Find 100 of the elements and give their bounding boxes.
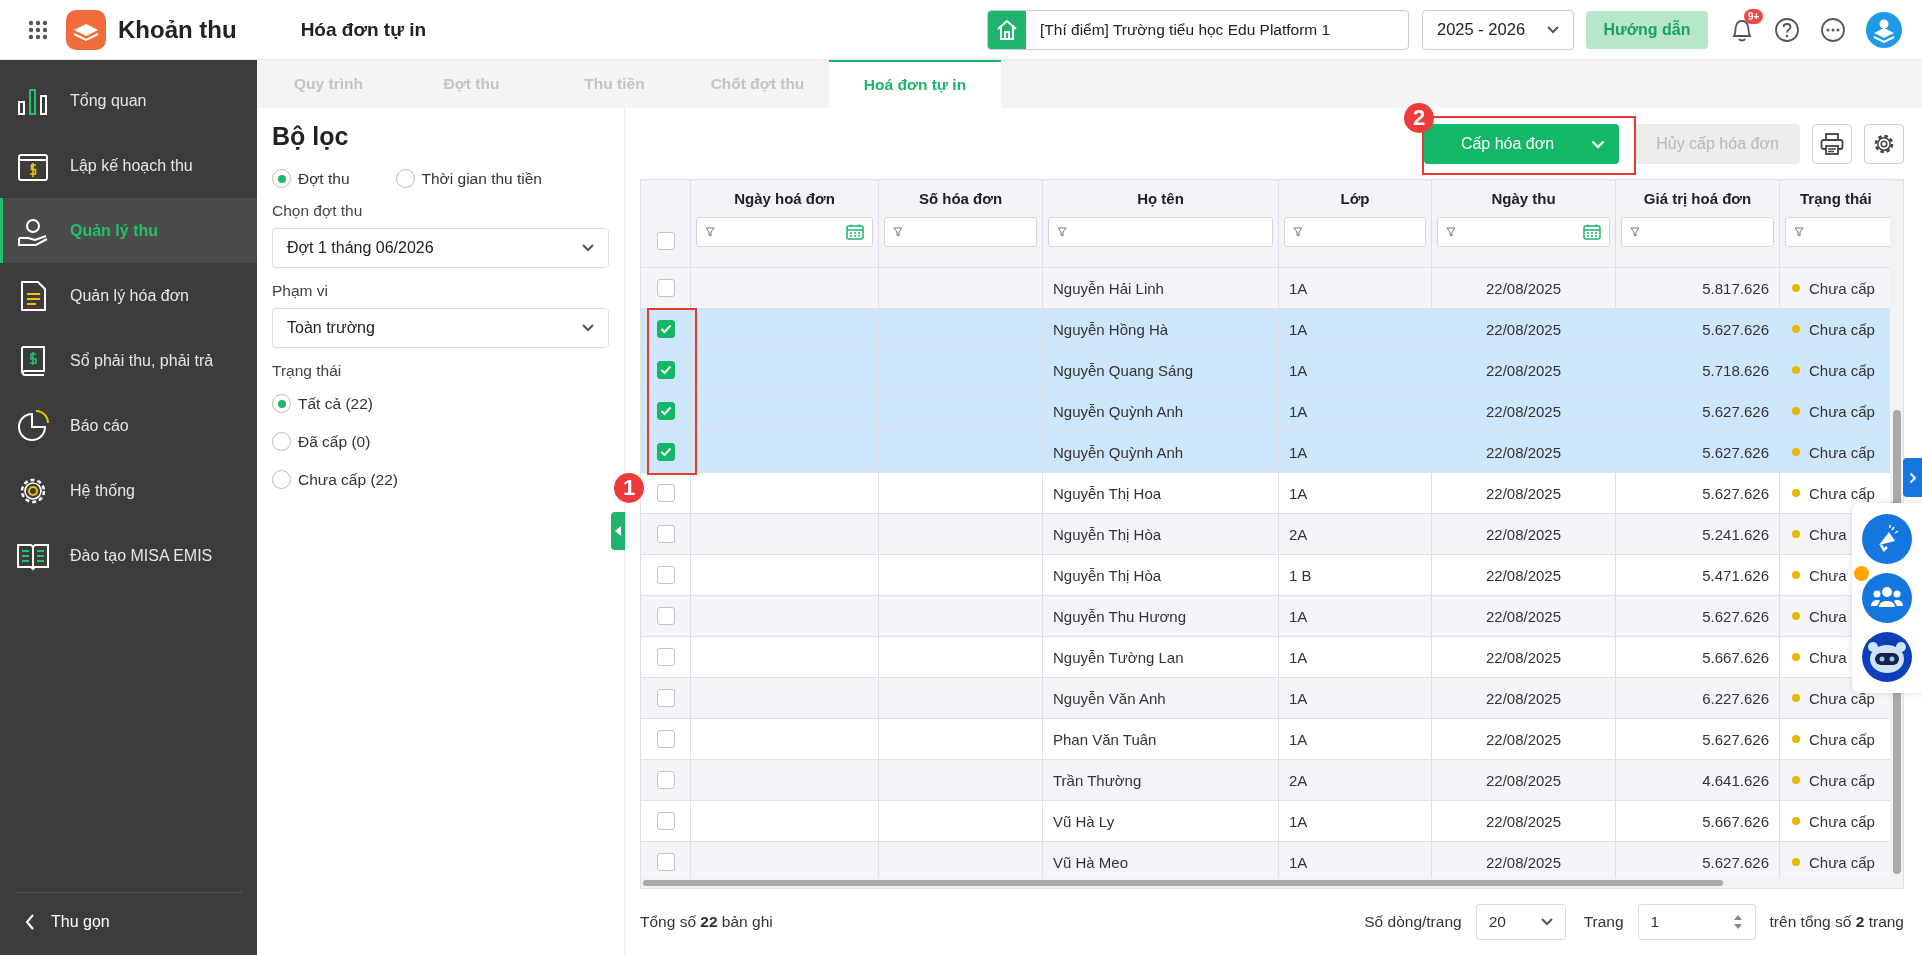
- filter-input[interactable]: [1048, 217, 1273, 247]
- sidebar-item[interactable]: Lập kế hoạch thu: [0, 133, 257, 198]
- table-cell: Vũ Hà Meo: [1053, 853, 1129, 871]
- filter-input[interactable]: [1785, 217, 1890, 247]
- apps-grid-icon[interactable]: [28, 19, 48, 40]
- filter-input[interactable]: [696, 217, 873, 247]
- page-input[interactable]: 1: [1637, 904, 1756, 940]
- table-cell: 22/08/2025: [1485, 443, 1562, 461]
- rows-per-page-label: Số dòng/trang: [1364, 913, 1462, 931]
- table-cell: Chưa cấp: [1809, 812, 1875, 830]
- radio-option[interactable]: Đã cấp (0): [272, 432, 609, 451]
- checkbox[interactable]: [656, 320, 675, 338]
- table-cell: Chưa cấp: [1809, 771, 1875, 789]
- table-cell: 5.718.626: [1702, 361, 1769, 379]
- help-icon[interactable]: [1774, 16, 1800, 43]
- sidebar-item[interactable]: Báo cáo: [0, 393, 257, 458]
- scope-select[interactable]: Toàn trường: [272, 308, 609, 348]
- checkbox[interactable]: [656, 279, 675, 297]
- checkbox[interactable]: [656, 771, 675, 789]
- status-dot-icon: [1792, 284, 1800, 292]
- column-header: Lớp: [1340, 189, 1370, 207]
- table-cell: 5.471.626: [1702, 566, 1769, 584]
- checkbox[interactable]: [656, 607, 675, 625]
- filter-input[interactable]: [884, 217, 1037, 247]
- radio-option[interactable]: Tất cả (22): [272, 394, 609, 413]
- settings-button[interactable]: [1864, 124, 1904, 164]
- table-cell: 1A: [1289, 443, 1308, 461]
- sidebar-item[interactable]: Quản lý hóa đơn: [0, 263, 257, 328]
- print-button[interactable]: [1812, 124, 1852, 164]
- school-field[interactable]: [Thí điểm] Trường tiểu học Edu Platform 1: [987, 9, 1409, 50]
- checkbox[interactable]: [656, 812, 675, 830]
- table-cell: 22/08/2025: [1485, 689, 1562, 707]
- checkbox[interactable]: [656, 525, 675, 543]
- status-dot-icon: [1792, 653, 1800, 661]
- table-cell: 22/08/2025: [1485, 607, 1562, 625]
- status-dot-icon: [1792, 817, 1800, 825]
- horizontal-scrollbar[interactable]: [641, 878, 1903, 888]
- table-cell: Nguyễn Thị Hòa: [1053, 566, 1162, 584]
- status-dot-icon: [1792, 407, 1800, 415]
- checkbox[interactable]: [656, 730, 675, 748]
- column-header: Họ tên: [1137, 189, 1184, 207]
- table-cell: 22/08/2025: [1485, 484, 1562, 502]
- filter-title: Bộ lọc: [272, 122, 350, 151]
- table-cell: 22/08/2025: [1485, 853, 1562, 871]
- sidebar-item[interactable]: Sổ phải thu, phải trả: [0, 328, 257, 393]
- table-cell: 22/08/2025: [1485, 648, 1562, 666]
- total-records: Tổng số 22 bản ghi: [640, 913, 773, 931]
- filter-icon: [1794, 227, 1804, 237]
- filter-icon: [1446, 227, 1456, 237]
- checkbox[interactable]: [656, 443, 675, 461]
- table-cell: 1 B: [1289, 566, 1312, 584]
- column-header: Ngày hoá đơn: [734, 189, 835, 207]
- people-icon[interactable]: [1862, 573, 1912, 623]
- status-dot-icon: [1792, 325, 1800, 333]
- calendar-icon: [846, 224, 864, 240]
- radio-option[interactable]: Chưa cấp (22): [272, 470, 609, 489]
- period-select[interactable]: Đợt 1 tháng 06/2026: [272, 228, 609, 268]
- year-select[interactable]: 2025 - 2026: [1422, 9, 1574, 50]
- status-dot-icon: [1792, 448, 1800, 456]
- notification-dot: [1854, 566, 1869, 581]
- more-icon[interactable]: [1820, 16, 1846, 43]
- checkbox[interactable]: [656, 853, 675, 871]
- table-cell: 1A: [1289, 484, 1308, 502]
- printer-icon: [1820, 133, 1844, 155]
- table-cell: 1A: [1289, 279, 1308, 297]
- filter-input[interactable]: [1621, 217, 1774, 247]
- collapse-handle[interactable]: [611, 512, 625, 550]
- spinner-icon: [1732, 913, 1743, 931]
- checkbox[interactable]: [656, 402, 675, 420]
- rows-per-page-select[interactable]: 20: [1475, 904, 1566, 940]
- checkbox[interactable]: [656, 689, 675, 707]
- table-cell: 5.627.626: [1702, 443, 1769, 461]
- checkbox[interactable]: [656, 484, 675, 502]
- sidebar-item[interactable]: Quản lý thu: [0, 198, 257, 263]
- sidebar-item[interactable]: Hệ thống: [0, 458, 257, 523]
- sidebar-item[interactable]: Đào tạo MISA EMIS: [0, 523, 257, 588]
- table-cell: Nguyễn Hải Linh: [1053, 279, 1164, 297]
- table-cell: Chưa cấp: [1809, 279, 1875, 297]
- table-cell: 5.627.626: [1702, 853, 1769, 871]
- collapse-button[interactable]: Thu gọn: [15, 892, 242, 951]
- sidebar-item[interactable]: Tổng quan: [0, 68, 257, 133]
- chevron-left-icon: [25, 914, 35, 930]
- checkbox[interactable]: [656, 231, 675, 250]
- checkbox[interactable]: [656, 361, 675, 379]
- table-cell: Nguyễn Quang Sáng: [1053, 361, 1194, 379]
- table-cell: 1A: [1289, 607, 1308, 625]
- expand-tab[interactable]: [1903, 458, 1922, 497]
- avatar-icon[interactable]: [1866, 11, 1902, 48]
- filter-input[interactable]: [1284, 217, 1426, 247]
- step-marker: 2: [1404, 103, 1434, 133]
- radio-option[interactable]: Thời gian thu tiền: [395, 169, 542, 188]
- checkbox[interactable]: [656, 566, 675, 584]
- table-cell: Chưa cấp: [1809, 443, 1875, 461]
- robot-icon[interactable]: [1862, 632, 1912, 683]
- status-dot-icon: [1792, 694, 1800, 702]
- radio-option[interactable]: Đợt thu: [272, 169, 350, 188]
- checkbox[interactable]: [656, 648, 675, 666]
- table-cell: Vũ Hà Ly: [1053, 812, 1115, 830]
- filter-input[interactable]: [1437, 217, 1610, 247]
- megaphone-icon[interactable]: [1862, 513, 1912, 564]
